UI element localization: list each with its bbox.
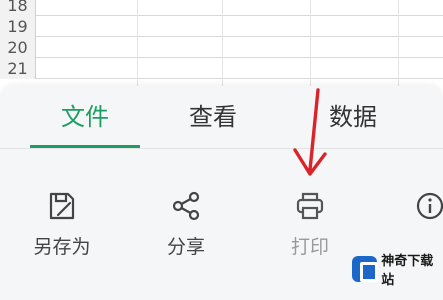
save-as-label: 另存为 [33, 236, 91, 258]
row-header[interactable]: 18 [0, 0, 36, 16]
row-header[interactable]: 19 [0, 16, 36, 37]
column-divider [310, 0, 311, 86]
tab-file[interactable]: 文件 [30, 86, 140, 148]
column-divider [222, 0, 223, 86]
annotation-arrow-icon [293, 88, 327, 176]
spreadsheet-grid: 18 19 20 21 [0, 0, 443, 86]
column-divider [398, 0, 399, 86]
info-icon [416, 192, 443, 220]
share-icon [172, 191, 200, 221]
save-as-icon [49, 192, 75, 220]
tab-view[interactable]: 查看 [160, 86, 266, 148]
watermark: 神奇下载站 [352, 254, 440, 288]
watermark-logo-icon [352, 256, 379, 282]
print-icon [296, 192, 324, 220]
share-label: 分享 [166, 236, 205, 258]
print-label: 打印 [290, 236, 329, 258]
save-as-button[interactable]: 另存为 [22, 190, 102, 272]
row-header[interactable]: 21 [0, 58, 36, 79]
watermark-text: 神奇下载站 [381, 254, 434, 288]
share-button[interactable]: 分享 [146, 190, 226, 272]
column-divider [137, 0, 138, 86]
print-button[interactable]: 打印 [270, 190, 350, 272]
row-header[interactable]: 20 [0, 37, 36, 58]
tab-divider [0, 148, 443, 149]
